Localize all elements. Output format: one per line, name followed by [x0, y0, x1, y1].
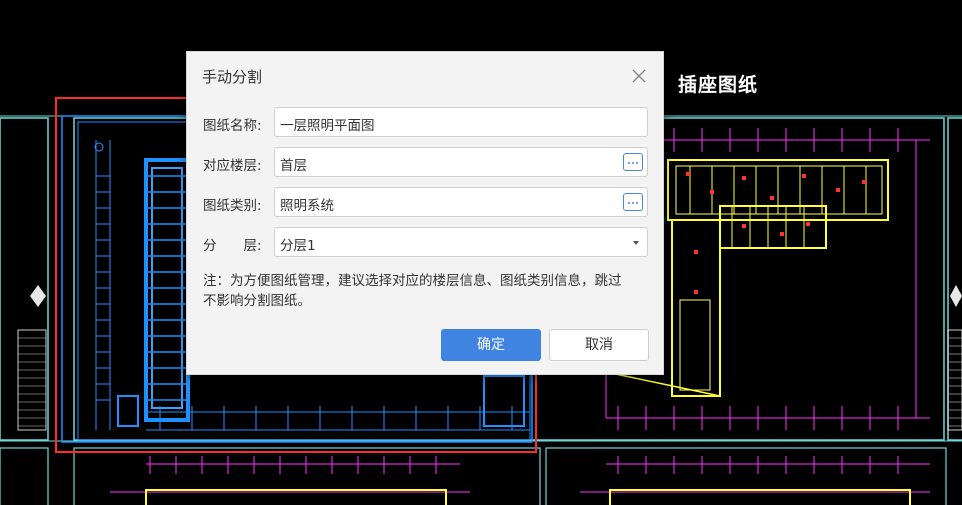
cad-detail — [780, 232, 784, 236]
floor-label: 对应楼层: — [203, 158, 262, 174]
category-label: 图纸类别: — [203, 198, 262, 214]
floor-ellipsis-icon[interactable] — [623, 153, 643, 171]
cad-detail — [694, 290, 698, 294]
manual-split-dialog: 手动分割 图纸名称: 一层照明平面图 对应楼层: 首层 图纸类别: 照明系统 分… — [186, 51, 664, 375]
cancel-button[interactable]: 取消 — [549, 329, 649, 361]
cad-detail — [770, 196, 774, 200]
cad-detail — [862, 180, 866, 184]
floor-input[interactable]: 首层 — [274, 147, 648, 177]
drawing-title: 插座图纸 — [678, 74, 759, 96]
hint-note: 注：为方便图纸管理，建议选择对应的楼层信息、图纸类别信息，跳过不影响分割图纸。 — [203, 273, 622, 309]
cad-detail — [694, 250, 698, 254]
layer-value: 分层1 — [280, 238, 316, 254]
category-ellipsis-icon[interactable] — [623, 193, 643, 211]
cad-detail — [802, 174, 806, 178]
category-value: 照明系统 — [280, 198, 334, 214]
drawing-name-label: 图纸名称: — [203, 118, 262, 134]
cad-detail — [686, 172, 690, 176]
close-icon[interactable] — [629, 66, 649, 86]
layer-label: 分 层: — [203, 238, 262, 254]
caret-down-icon[interactable] — [633, 241, 639, 245]
sheet-frame-right — [947, 117, 962, 441]
cad-detail — [806, 222, 810, 226]
confirm-button[interactable]: 确定 — [441, 329, 541, 361]
floor-value: 首层 — [280, 158, 307, 174]
cad-detail — [742, 176, 746, 180]
layer-select[interactable]: 分层1 — [274, 227, 648, 257]
cad-detail — [710, 190, 714, 194]
category-input[interactable]: 照明系统 — [274, 187, 648, 217]
company-logo — [30, 285, 46, 307]
sheet-frame-left — [0, 117, 49, 441]
cad-detail — [742, 224, 746, 228]
cad-detail — [836, 188, 840, 192]
drawing-name-value: 一层照明平面图 — [280, 118, 375, 134]
dialog-title: 手动分割 — [202, 68, 263, 86]
drawing-name-input[interactable]: 一层照明平面图 — [274, 107, 648, 137]
